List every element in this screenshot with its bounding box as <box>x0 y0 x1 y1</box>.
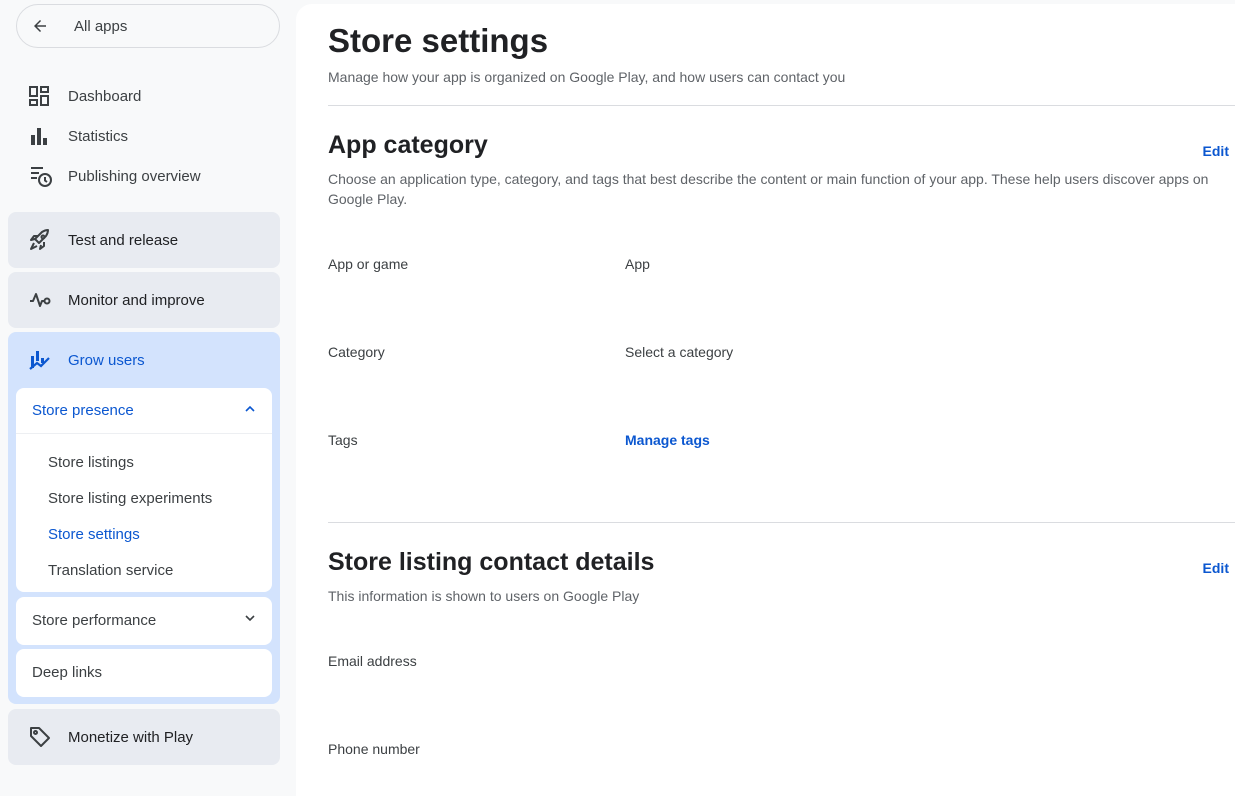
monetize-with-play-label: Monetize with Play <box>68 728 194 746</box>
deep-links-header[interactable]: Deep links <box>16 649 272 695</box>
grow-users-icon <box>8 348 64 372</box>
nav-translation-service[interactable]: Translation service <box>16 552 272 588</box>
test-and-release-header[interactable]: Test and release <box>8 212 280 268</box>
store-presence-section: Store presence Store listings Store list… <box>16 388 272 592</box>
all-apps-label: All apps <box>74 17 128 35</box>
main-content: Store settings Manage how your app is or… <box>296 4 1235 796</box>
monetize-with-play-header[interactable]: Monetize with Play <box>8 709 280 765</box>
grow-users-header[interactable]: Grow users <box>8 332 280 388</box>
contact-details-description: This information is shown to users on Go… <box>328 588 640 604</box>
nav-store-settings[interactable]: Store settings <box>16 516 272 552</box>
sidebar: All apps Dashboard Statistics Publishing… <box>0 0 296 796</box>
category-label: Category <box>328 344 385 360</box>
store-presence-list: Store listings Store listing experiments… <box>16 434 272 588</box>
group-monetize-with-play: Monetize with Play <box>8 709 280 765</box>
contact-details-edit-link[interactable]: Edit <box>1203 560 1229 576</box>
group-test-and-release: Test and release <box>8 212 280 268</box>
category-value: Select a category <box>625 344 734 360</box>
chevron-up-icon <box>244 402 256 420</box>
store-presence-header[interactable]: Store presence <box>16 388 272 434</box>
nav-store-listing-experiments[interactable]: Store listing experiments <box>16 480 272 516</box>
store-performance-label: Store performance <box>32 611 157 629</box>
deep-links-section[interactable]: Deep links <box>16 649 272 697</box>
phone-number-label: Phone number <box>328 741 420 757</box>
app-or-game-value: App <box>625 256 650 272</box>
group-monitor-and-improve: Monitor and improve <box>8 272 280 328</box>
dashboard-icon <box>16 86 64 106</box>
vitals-icon <box>8 288 64 312</box>
divider <box>328 522 1235 523</box>
page-subtitle: Manage how your app is organized on Goog… <box>328 69 846 85</box>
divider <box>328 105 1235 106</box>
nav-publishing-overview[interactable]: Publishing overview <box>16 156 280 196</box>
primary-nav: Dashboard Statistics Publishing overview <box>16 76 280 196</box>
monitor-and-improve-label: Monitor and improve <box>68 291 205 309</box>
rocket-icon <box>8 228 64 252</box>
store-presence-label: Store presence <box>32 402 134 419</box>
nav-statistics-label: Statistics <box>68 127 129 145</box>
group-grow-users: Grow users Store presence Store listings… <box>8 332 280 704</box>
email-address-label: Email address <box>328 653 417 669</box>
store-performance-header[interactable]: Store performance <box>16 597 272 643</box>
chevron-down-icon <box>244 611 256 629</box>
nav-dashboard-label: Dashboard <box>68 87 142 105</box>
store-performance-section[interactable]: Store performance <box>16 597 272 645</box>
nav-publishing-overview-label: Publishing overview <box>68 167 201 185</box>
page-title: Store settings <box>328 22 549 59</box>
app-category-edit-link[interactable]: Edit <box>1203 143 1229 159</box>
deep-links-label: Deep links <box>32 663 103 681</box>
nav-dashboard[interactable]: Dashboard <box>16 76 280 116</box>
tags-label: Tags <box>328 432 358 448</box>
app-category-description: Choose an application type, category, an… <box>328 171 1209 207</box>
grow-users-label: Grow users <box>68 351 145 369</box>
test-and-release-label: Test and release <box>68 231 179 249</box>
manage-tags-link[interactable]: Manage tags <box>625 432 710 448</box>
app-or-game-label: App or game <box>328 256 409 272</box>
bar-chart-icon <box>16 126 64 146</box>
tag-icon <box>8 725 64 749</box>
all-apps-button[interactable]: All apps <box>16 4 280 48</box>
monitor-and-improve-header[interactable]: Monitor and improve <box>8 272 280 328</box>
contact-details-title: Store listing contact details <box>328 548 655 576</box>
arrow-back-icon <box>17 17 63 35</box>
nav-statistics[interactable]: Statistics <box>16 116 280 156</box>
publishing-overview-icon <box>16 164 64 188</box>
app-category-title: App category <box>328 131 488 159</box>
nav-store-listings[interactable]: Store listings <box>16 444 272 480</box>
